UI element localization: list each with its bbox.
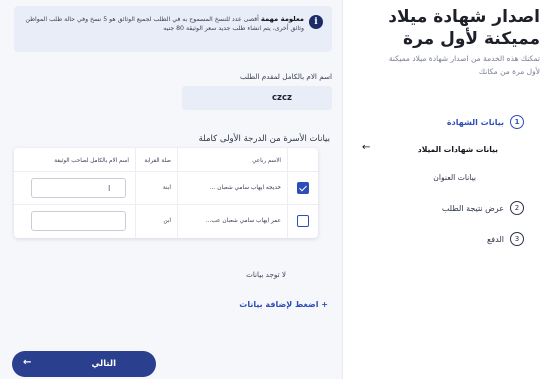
applicant-mother-name-label: اسم الام بالكامل لمقدم الطلب <box>239 72 332 81</box>
text-cursor-icon: I <box>108 184 111 193</box>
arrow-left-icon: ← <box>362 142 371 153</box>
row-name: خديجه ايهاب سامي شعبان ... <box>178 172 288 204</box>
row-mother-cell: I <box>14 172 136 204</box>
step-label: الدفع <box>487 234 504 244</box>
step-request-result[interactable]: 2 عرض نتيجة الطلب <box>442 201 524 215</box>
family-table: الاسم رباعي صلة القرابة اسم الام بالكامل… <box>14 148 318 238</box>
row-check-cell <box>288 205 318 238</box>
service-description: تمكنك هذه الخدمة من اصدار شهادة ميلاد مم… <box>350 52 540 78</box>
row-name: عمر ايهاب سامي شعبان عب... <box>178 205 288 238</box>
step-number: 3 <box>510 232 524 246</box>
next-button[interactable]: التالي ← <box>12 351 156 377</box>
no-data-text: لا توجد بيانات <box>246 270 286 279</box>
header-check-cell <box>288 148 318 171</box>
table-row: عمر ايهاب سامي شعبان عب... ابن <box>14 205 318 238</box>
row-checkbox[interactable] <box>297 182 309 194</box>
form-panel: i معلومة مهمة أقصى عدد للنسخ المسموح به … <box>0 0 342 379</box>
row-check-cell <box>288 172 318 204</box>
info-icon: i <box>309 15 323 29</box>
column-header-name: الاسم رباعي <box>178 148 288 171</box>
row-mother-name-input[interactable] <box>31 211 126 231</box>
substep-birth-certificates[interactable]: بيانات شهادات الميلاد <box>418 145 498 154</box>
row-mother-name-input[interactable] <box>31 178 126 198</box>
row-relation: ابن <box>136 205 178 238</box>
column-header-mother-name: اسم الام بالكامل لصاحب الوثيقة <box>14 148 136 171</box>
step-number: 1 <box>510 115 524 129</box>
step-label: عرض نتيجة الطلب <box>441 203 504 213</box>
row-mother-cell <box>14 205 136 238</box>
notice-text: معلومة مهمة أقصى عدد للنسخ المسموح به في… <box>19 15 304 33</box>
step-payment[interactable]: 3 الدفع <box>487 232 524 246</box>
row-relation: ابنة <box>136 172 178 204</box>
next-button-label: التالي <box>91 359 116 369</box>
step-number: 2 <box>510 201 524 215</box>
table-header-row: الاسم رباعي صلة القرابة اسم الام بالكامل… <box>14 148 318 172</box>
service-description-line: تمكنك هذه الخدمة من اصدار شهادة ميلاد مم… <box>388 54 540 63</box>
row-checkbox[interactable] <box>297 215 309 227</box>
family-section-title: بيانات الأسرة من الدرجة الأولى كاملة <box>198 134 330 144</box>
important-info-notice: i معلومة مهمة أقصى عدد للنسخ المسموح به … <box>14 6 332 52</box>
add-data-link[interactable]: + اضغط لإضافة بيانات <box>239 300 328 309</box>
service-title-line: اصدار شهادة ميلاد <box>388 7 540 27</box>
applicant-mother-name-input[interactable] <box>182 86 332 110</box>
step-certificate-data[interactable]: 1 بيانات الشهادة <box>447 115 524 129</box>
service-description-line: لأول مرة من مكانك <box>478 67 540 76</box>
step-label: بيانات الشهادة <box>446 117 504 127</box>
notice-heading: معلومة مهمة <box>260 15 304 23</box>
service-title: اصدار شهادة ميلاد مميكنة لأول مرة <box>350 6 540 50</box>
service-title-line: مميكنة لأول مرة <box>403 29 540 49</box>
table-row: خديجه ايهاب سامي شعبان ... ابنة I <box>14 172 318 205</box>
column-header-relation: صلة القرابة <box>136 148 178 171</box>
stepper-sidebar: اصدار شهادة ميلاد مميكنة لأول مرة تمكنك … <box>342 0 554 379</box>
arrow-left-icon: ← <box>23 357 32 368</box>
substep-address-data[interactable]: بيانات العنوان <box>433 173 476 182</box>
